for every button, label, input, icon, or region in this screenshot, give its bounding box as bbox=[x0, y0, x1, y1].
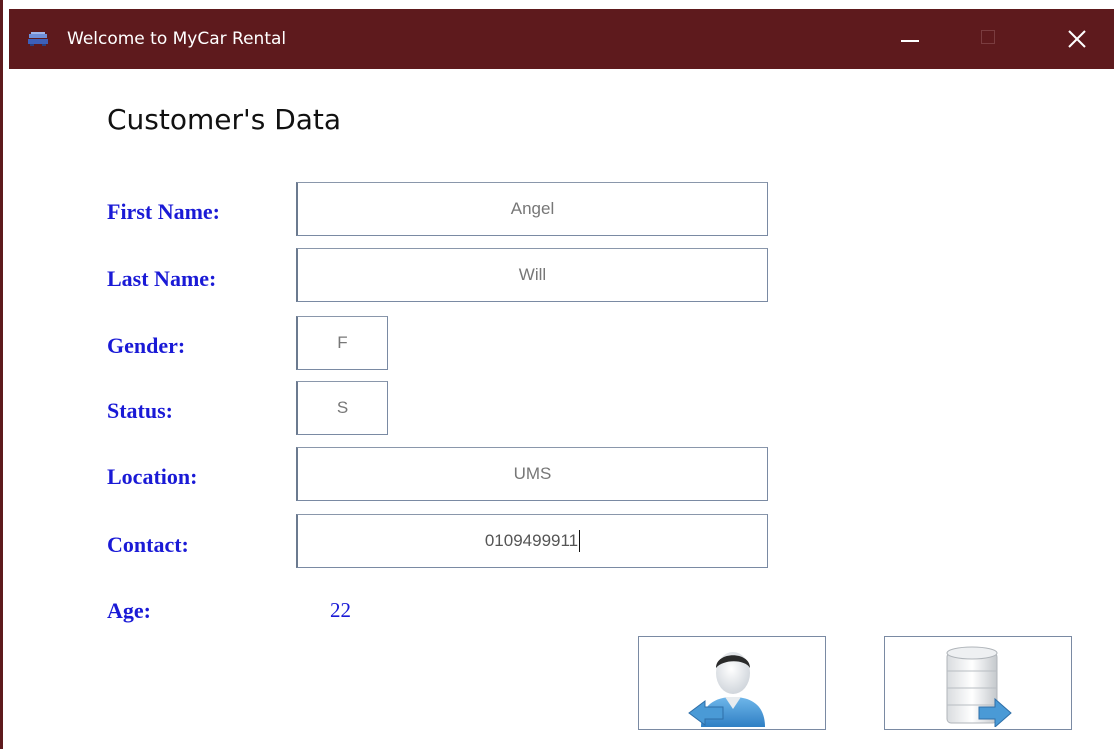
minimize-button[interactable] bbox=[875, 9, 935, 69]
gender-label: Gender: bbox=[107, 333, 186, 358]
gender-field[interactable] bbox=[296, 316, 388, 370]
title-bar[interactable]: Welcome to MyCar Rental bbox=[9, 9, 1114, 69]
page-title: Customer's Data bbox=[107, 103, 342, 136]
last-name-field[interactable] bbox=[296, 248, 768, 302]
first-name-label: First Name: bbox=[107, 199, 221, 224]
maximize-button[interactable] bbox=[955, 9, 1015, 69]
contact-value: 0109499911 bbox=[484, 531, 579, 550]
contact-label: Contact: bbox=[107, 532, 189, 557]
save-to-database-button[interactable] bbox=[884, 636, 1072, 730]
status-field[interactable] bbox=[296, 381, 388, 435]
first-name-field[interactable] bbox=[296, 182, 768, 236]
database-forward-icon bbox=[946, 646, 1012, 727]
contact-field[interactable]: 0109499911 bbox=[296, 514, 768, 568]
car-icon bbox=[28, 32, 48, 46]
minimize-icon bbox=[901, 40, 919, 42]
last-name-label: Last Name: bbox=[107, 266, 217, 291]
window-left-margin bbox=[3, 0, 9, 749]
age-value: 22 bbox=[330, 598, 351, 622]
location-label: Location: bbox=[107, 464, 198, 489]
back-to-customer-button[interactable] bbox=[638, 636, 826, 730]
age-label: Age: bbox=[107, 598, 151, 623]
window-title: Welcome to MyCar Rental bbox=[67, 29, 287, 49]
close-icon bbox=[1068, 30, 1086, 48]
maximize-icon bbox=[981, 30, 995, 44]
close-button[interactable] bbox=[1054, 9, 1114, 69]
status-label: Status: bbox=[107, 398, 174, 423]
text-cursor bbox=[579, 530, 581, 552]
location-field[interactable] bbox=[296, 447, 768, 501]
user-back-icon bbox=[688, 652, 765, 727]
